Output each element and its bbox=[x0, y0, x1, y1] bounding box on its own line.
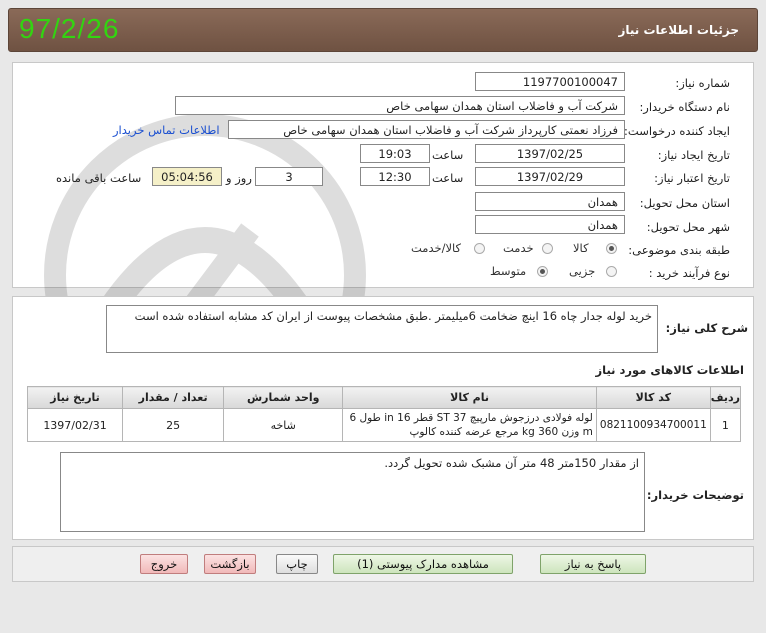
category-radio-service[interactable] bbox=[542, 243, 553, 254]
buyer-notes-label: توضیحات خریدار: bbox=[646, 488, 744, 502]
created-time-field[interactable]: 19:03 bbox=[360, 144, 430, 163]
city-label: شهر محل تحویل: bbox=[646, 220, 730, 234]
buyer-org-field[interactable]: شرکت آب و فاضلاب استان همدان سهامی خاص bbox=[175, 96, 625, 115]
col-unit: واحد شمارش bbox=[223, 386, 344, 409]
validity-time-field[interactable]: 12:30 bbox=[360, 167, 430, 186]
requester-field[interactable]: فرزاد نعمتی کارپرداز شرکت آب و فاضلاب اس… bbox=[228, 120, 625, 139]
category-option-goods: کالا bbox=[573, 241, 589, 255]
goods-table: ردیف کد کالا نام کالا واحد شمارش تعداد /… bbox=[26, 386, 742, 442]
cell-unit: شاخه bbox=[223, 408, 344, 442]
cell-row: 1 bbox=[709, 408, 742, 442]
cell-qty: 25 bbox=[122, 408, 225, 442]
buyer-org-label: نام دستگاه خریدار: bbox=[639, 100, 730, 114]
purchase-option-medium: متوسط bbox=[490, 264, 527, 278]
cell-date: 1397/02/31 bbox=[26, 408, 124, 442]
city-field[interactable]: همدان bbox=[475, 215, 625, 234]
days-field[interactable]: 3 bbox=[255, 167, 323, 186]
attachments-button[interactable]: مشاهده مدارک پیوستی (1) bbox=[333, 554, 513, 574]
print-button[interactable]: چاپ bbox=[276, 554, 318, 574]
back-button[interactable]: بازگشت bbox=[204, 554, 256, 574]
validity-time-label: ساعت bbox=[432, 171, 464, 185]
goods-header-row: ردیف کد کالا نام کالا واحد شمارش تعداد /… bbox=[26, 386, 742, 409]
cell-code: 0821100934700011 bbox=[595, 408, 711, 442]
col-qty: تعداد / مقدار bbox=[122, 386, 225, 409]
created-date-field[interactable]: 1397/02/25 bbox=[475, 144, 625, 163]
col-row: ردیف bbox=[709, 386, 742, 409]
requester-label: ایجاد کننده درخواست: bbox=[624, 124, 730, 138]
table-row: 1 0821100934700011 لوله فولادی درزجوش ما… bbox=[26, 408, 742, 442]
header-date: 97/2/26 bbox=[19, 13, 120, 44]
remaining-label: ساعت باقی مانده bbox=[56, 171, 142, 185]
cell-name: لوله فولادی درزجوش مارپیچ ST 37 قطر 16 i… bbox=[342, 408, 597, 442]
created-date-label: تاریخ ایجاد نیاز: bbox=[657, 148, 730, 162]
reply-button[interactable]: پاسخ به نیاز bbox=[540, 554, 646, 574]
buyer-contact-link[interactable]: اطلاعات تماس خریدار bbox=[113, 123, 220, 137]
category-label: طبقه بندی موضوعی: bbox=[628, 243, 730, 257]
created-time-label: ساعت bbox=[432, 148, 464, 162]
province-label: استان محل تحویل: bbox=[639, 196, 730, 210]
buyer-notes-textarea[interactable]: از مقدار 150متر 48 متر آن مشبک شده تحویل… bbox=[60, 452, 645, 532]
page-title: جزئیات اطلاعات نیاز bbox=[618, 23, 739, 37]
purchase-option-minor: جزیی bbox=[569, 264, 596, 278]
validity-date-label: تاریخ اعتبار نیاز: bbox=[654, 171, 730, 185]
need-number-field[interactable]: 1197700100047 bbox=[475, 72, 625, 91]
need-number-label: شماره نیاز: bbox=[675, 76, 730, 90]
category-option-service: خدمت bbox=[503, 241, 534, 255]
exit-button[interactable]: خروج bbox=[140, 554, 188, 574]
col-name: نام کالا bbox=[342, 386, 597, 409]
days-label: روز و bbox=[226, 171, 252, 185]
category-radio-goods[interactable] bbox=[606, 243, 617, 254]
purchase-radio-medium[interactable] bbox=[537, 266, 548, 277]
category-radio-goods-service[interactable] bbox=[474, 243, 485, 254]
remaining-time-field: 05:04:56 bbox=[152, 167, 222, 186]
page-header: جزئیات اطلاعات نیاز 97/2/26 bbox=[8, 8, 758, 52]
description-textarea[interactable]: خرید لوله جدار چاه 16 اینچ ضخامت 6میلیمت… bbox=[106, 305, 658, 353]
category-option-goods-service: کالا/خدمت bbox=[411, 241, 462, 255]
purchase-type-label: نوع فرآیند خرید : bbox=[648, 266, 730, 280]
goods-section-title: اطلاعات کالاهای مورد نیاز bbox=[595, 363, 744, 377]
province-field[interactable]: همدان bbox=[475, 192, 625, 211]
col-date: تاریخ نیاز bbox=[26, 386, 124, 409]
validity-date-field[interactable]: 1397/02/29 bbox=[475, 167, 625, 186]
description-label: شرح کلی نیاز: bbox=[665, 321, 748, 335]
col-code: کد کالا bbox=[595, 386, 711, 409]
purchase-radio-minor[interactable] bbox=[606, 266, 617, 277]
